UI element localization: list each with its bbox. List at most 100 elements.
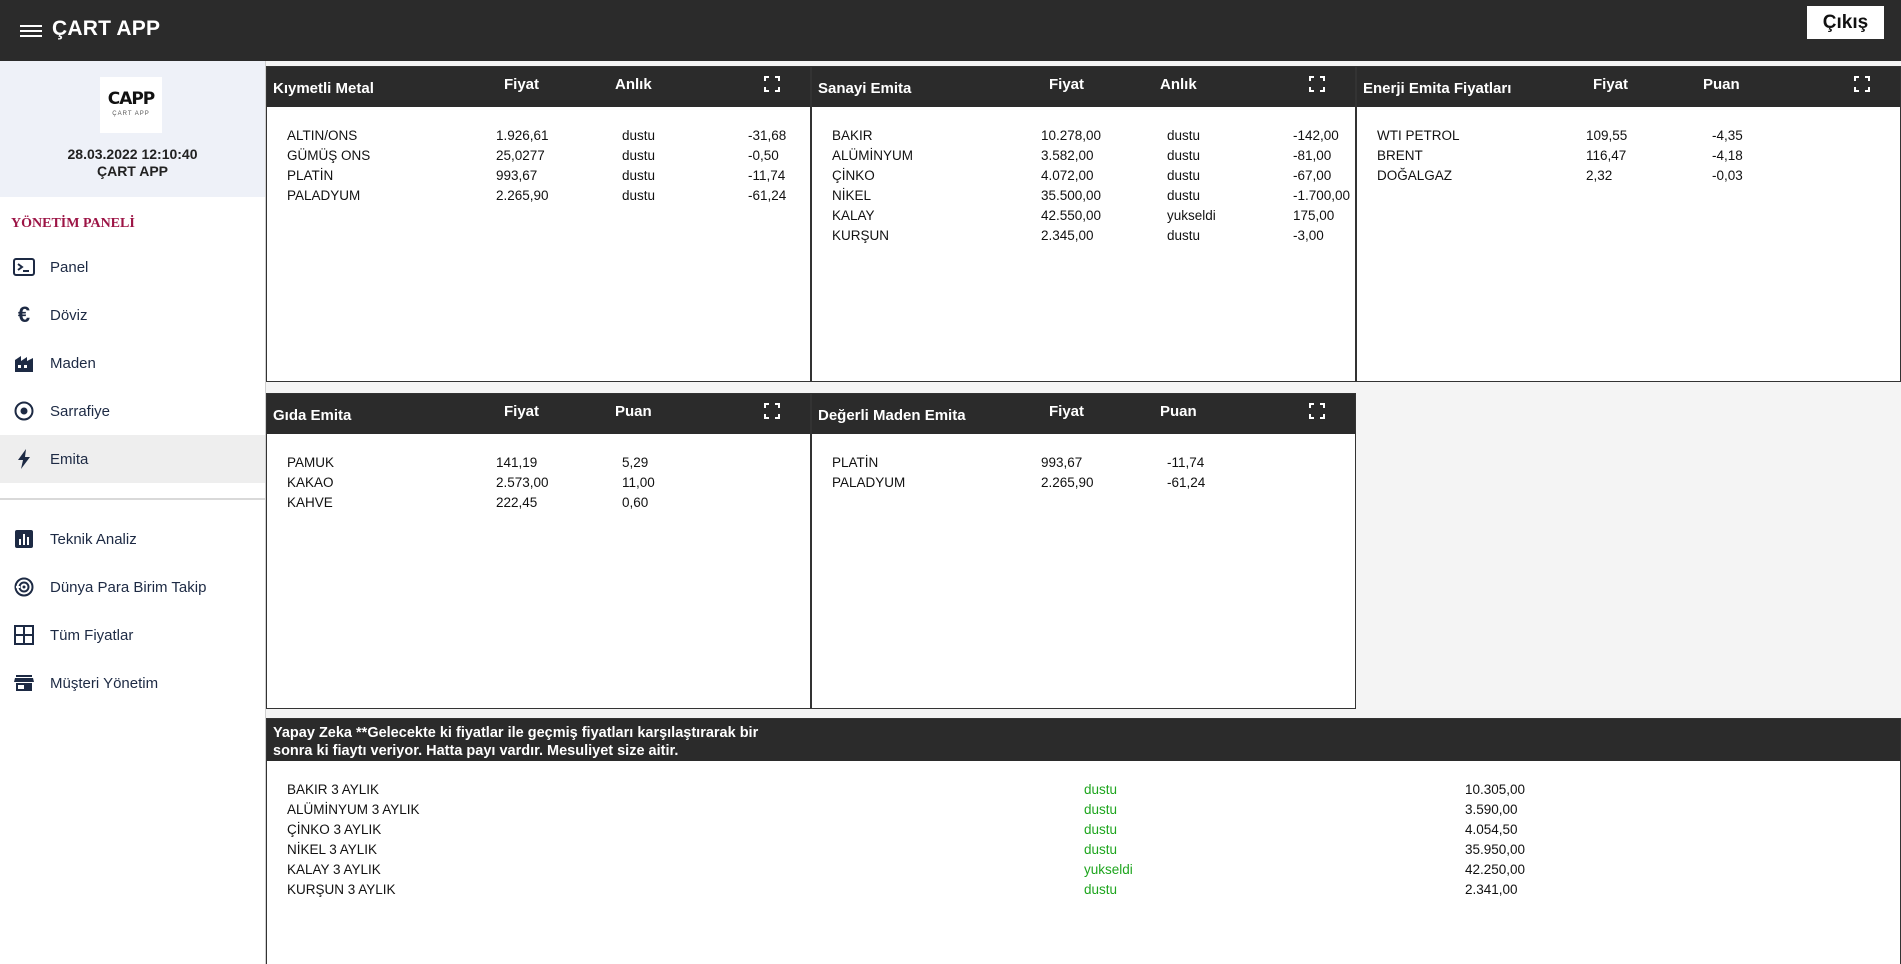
euro-icon: €	[17, 302, 31, 327]
logout-button[interactable]: Çıkış	[1807, 6, 1884, 39]
column-header-points: Puan	[1160, 403, 1197, 420]
row-name: KURŞUN	[832, 228, 890, 243]
row-name: KALAY 3 AYLIK	[287, 862, 381, 877]
row-name: ÇİNKO	[832, 168, 875, 183]
row-price: 42.550,00	[1041, 208, 1102, 223]
card-degerli-maden-emita: Değerli Maden Emita Fiyat Puan PLATİN 99…	[811, 393, 1356, 709]
sidebar-item-label: Maden	[50, 354, 96, 372]
row-change: 11,00	[622, 475, 655, 490]
card-title: Yapay Zeka **Gelecekte ki fiyatlar ile g…	[273, 724, 793, 760]
track-icon	[13, 576, 35, 598]
row-status: dustu	[1167, 228, 1201, 243]
row-price: 1.926,61	[496, 128, 549, 143]
sidebar-item-panel[interactable]: Panel	[0, 243, 265, 291]
sidebar-item-emita[interactable]: Emita	[0, 435, 265, 483]
row-change: -11,74	[748, 168, 786, 183]
card-title: Değerli Maden Emita	[818, 407, 966, 424]
row-change: -4,35	[1712, 128, 1743, 143]
row-name: KALAY	[832, 208, 875, 223]
card-title: Sanayi Emita	[818, 80, 912, 97]
fullscreen-icon[interactable]	[1309, 403, 1325, 419]
row-price: 3.582,00	[1041, 148, 1094, 163]
store-icon	[13, 672, 35, 694]
bolt-icon	[13, 448, 35, 470]
row-change: -3,00	[1293, 228, 1324, 243]
row-change: -81,00	[1293, 148, 1332, 163]
sidebar-item-label: Teknik Analiz	[50, 530, 137, 548]
card-title: Enerji Emita Fiyatları	[1363, 80, 1512, 97]
row-name: ALTIN/ONS	[287, 128, 358, 143]
sidebar-item-label: Döviz	[50, 306, 88, 324]
ai-title-line-2: sonra ki fiaytı veriyor. Hatta payı vard…	[273, 743, 679, 759]
row-name: PALADYUM	[832, 475, 906, 490]
row-name: KAHVE	[287, 495, 333, 510]
card-header: Kıymetli Metal Fiyat Anlık	[267, 67, 810, 107]
card-header: Sanayi Emita Fiyat Anlık	[812, 67, 1355, 107]
row-name: WTI PETROL	[1377, 128, 1460, 143]
row-change: -11,74	[1167, 455, 1205, 470]
sidebar-item-dunya-para[interactable]: Dünya Para Birim Takip	[0, 563, 265, 611]
row-name: DOĞALGAZ	[1377, 168, 1453, 183]
card-enerji-emita: Enerji Emita Fiyatları Fiyat Puan WTI PE…	[1356, 66, 1901, 382]
row-price: 2.265,90	[1041, 475, 1094, 490]
row-change: -1.700,00	[1293, 188, 1351, 203]
fullscreen-icon[interactable]	[1854, 76, 1870, 92]
row-status: dustu	[622, 168, 656, 183]
row-change: 5,29	[622, 455, 649, 470]
sidebar-item-doviz[interactable]: € Döviz	[0, 291, 265, 339]
fullscreen-icon[interactable]	[764, 403, 780, 419]
sidebar-divider	[0, 498, 265, 500]
row-change: 175,00	[1293, 208, 1335, 223]
row-name: GÜMÜŞ ONS	[287, 148, 371, 163]
profile-datetime: 28.03.2022 12:10:40	[67, 146, 198, 162]
sidebar-item-teknik-analiz[interactable]: Teknik Analiz	[0, 515, 265, 563]
column-header-points: Puan	[1703, 76, 1740, 93]
column-header-points: Puan	[615, 403, 652, 420]
column-header-price: Fiyat	[504, 76, 540, 93]
row-price: 2.345,00	[1041, 228, 1094, 243]
row-status: yukseldi	[1084, 862, 1133, 877]
row-price: 109,55	[1586, 128, 1628, 143]
row-change: 0,60	[622, 495, 649, 510]
hamburger-menu-icon[interactable]	[20, 22, 42, 40]
ai-title-line-1: Yapay Zeka **Gelecekte ki fiyatlar ile g…	[273, 725, 759, 741]
top-app-bar: ÇART APP Çıkış	[0, 0, 1901, 61]
grid-icon	[13, 624, 35, 646]
row-price: 10.305,00	[1465, 782, 1526, 797]
row-price: 116,47	[1586, 148, 1627, 163]
app-title: ÇART APP	[52, 17, 161, 40]
row-change: -0,50	[748, 148, 779, 163]
row-price: 993,67	[1041, 455, 1083, 470]
row-price: 993,67	[496, 168, 538, 183]
fullscreen-icon[interactable]	[1309, 76, 1325, 92]
sidebar-item-musteri-yonetim[interactable]: Müşteri Yönetim	[0, 659, 265, 707]
logo-text: CAPP	[107, 89, 156, 109]
row-name: BAKIR 3 AYLIK	[287, 782, 380, 797]
column-header-change: Anlık	[615, 76, 652, 93]
column-header-price: Fiyat	[1593, 76, 1629, 93]
column-header-change: Anlık	[1160, 76, 1197, 93]
row-name: PLATİN	[832, 455, 879, 470]
card-gida-emita: Gıda Emita Fiyat Puan PAMUK 141,19 5,29 …	[266, 393, 811, 709]
row-change: -61,24	[748, 188, 787, 203]
row-name: ÇİNKO 3 AYLIK	[287, 822, 382, 837]
sidebar-item-maden[interactable]: Maden	[0, 339, 265, 387]
row-status: dustu	[1084, 822, 1118, 837]
sidebar-item-label: Dünya Para Birim Takip	[50, 578, 207, 596]
row-price: 4.054,50	[1465, 822, 1518, 837]
row-price: 2.265,90	[496, 188, 549, 203]
profile-name: ÇART APP	[96, 163, 169, 179]
sidebar-item-sarrafiye[interactable]: Sarrafiye	[0, 387, 265, 435]
row-price: 2,32	[1586, 168, 1613, 183]
fullscreen-icon[interactable]	[764, 76, 780, 92]
logo-subtext: ÇART APP	[112, 111, 150, 117]
row-name: KURŞUN 3 AYLIK	[287, 882, 396, 897]
sidebar: CAPP ÇART APP 28.03.2022 12:10:40 ÇART A…	[0, 61, 265, 964]
row-change: -142,00	[1293, 128, 1339, 143]
sidebar-item-tum-fiyatlar[interactable]: Tüm Fiyatlar	[0, 611, 265, 659]
row-name: ALÜMİNYUM	[832, 148, 914, 163]
row-status: dustu	[1084, 782, 1118, 797]
row-status: dustu	[622, 148, 656, 163]
row-name: KAKAO	[287, 475, 334, 490]
row-change: -4,18	[1712, 148, 1743, 163]
